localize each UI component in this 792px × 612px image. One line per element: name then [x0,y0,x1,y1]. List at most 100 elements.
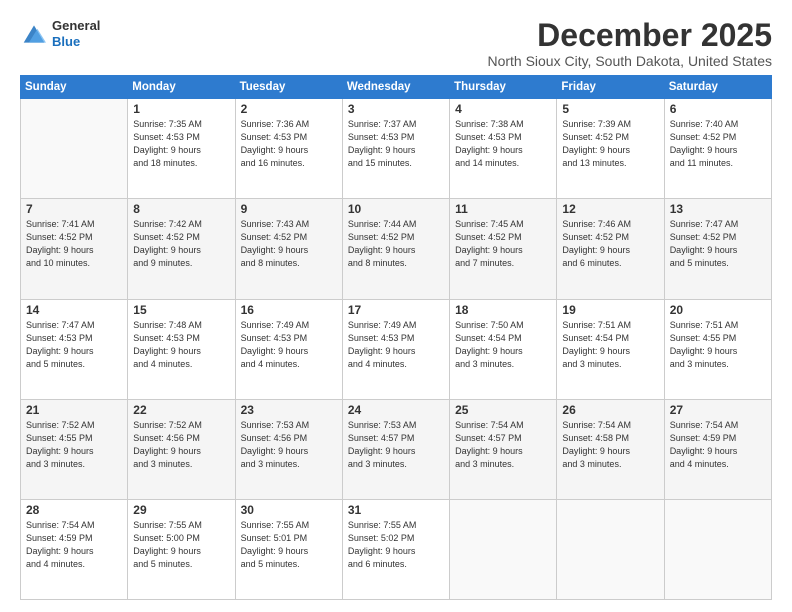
day-number: 14 [26,303,122,317]
calendar-cell: 18 Sunrise: 7:50 AM Sunset: 4:54 PM Dayli… [450,299,557,399]
day-info: Sunrise: 7:52 AM Sunset: 4:55 PM Dayligh… [26,419,122,471]
day-number: 29 [133,503,229,517]
col-header-friday: Friday [557,76,664,99]
day-number: 7 [26,202,122,216]
col-header-wednesday: Wednesday [342,76,449,99]
calendar-cell: 17 Sunrise: 7:49 AM Sunset: 4:53 PM Dayli… [342,299,449,399]
calendar-cell: 28 Sunrise: 7:54 AM Sunset: 4:59 PM Dayli… [21,499,128,599]
col-header-tuesday: Tuesday [235,76,342,99]
calendar-cell [21,99,128,199]
month-title: December 2025 [487,18,772,53]
day-number: 11 [455,202,551,216]
calendar-cell: 30 Sunrise: 7:55 AM Sunset: 5:01 PM Dayli… [235,499,342,599]
calendar-week-row: 1 Sunrise: 7:35 AM Sunset: 4:53 PM Daylig… [21,99,772,199]
calendar-cell: 12 Sunrise: 7:46 AM Sunset: 4:52 PM Dayli… [557,199,664,299]
day-info: Sunrise: 7:50 AM Sunset: 4:54 PM Dayligh… [455,319,551,371]
calendar-cell: 23Sunrise: 7:53 AM Sunset: 4:56 PM Dayli… [235,399,342,499]
calendar-cell: 8 Sunrise: 7:42 AM Sunset: 4:52 PM Daylig… [128,199,235,299]
day-info: Sunrise: 7:47 AM Sunset: 4:52 PM Dayligh… [670,218,766,270]
calendar-cell: 20 Sunrise: 7:51 AM Sunset: 4:55 PM Dayli… [664,299,771,399]
day-info: Sunrise: 7:54 AM Sunset: 4:58 PM Dayligh… [562,419,658,471]
calendar-cell: 22 Sunrise: 7:52 AM Sunset: 4:56 PM Dayli… [128,399,235,499]
calendar-cell: 7 Sunrise: 7:41 AM Sunset: 4:52 PM Daylig… [21,199,128,299]
day-number: 2 [241,102,337,116]
day-number: 30 [241,503,337,517]
calendar-cell: 3 Sunrise: 7:37 AM Sunset: 4:53 PM Daylig… [342,99,449,199]
day-number: 5 [562,102,658,116]
day-info: Sunrise: 7:45 AM Sunset: 4:52 PM Dayligh… [455,218,551,270]
day-info: Sunrise: 7:36 AM Sunset: 4:53 PM Dayligh… [241,118,337,170]
day-number: 6 [670,102,766,116]
day-info: Sunrise: 7:54 AM Sunset: 4:57 PM Dayligh… [455,419,551,471]
calendar-cell: 16 Sunrise: 7:49 AM Sunset: 4:53 PM Dayli… [235,299,342,399]
calendar-cell: 21Sunrise: 7:52 AM Sunset: 4:55 PM Dayli… [21,399,128,499]
day-info: Sunrise: 7:35 AM Sunset: 4:53 PM Dayligh… [133,118,229,170]
day-number: 19 [562,303,658,317]
calendar-cell: 5 Sunrise: 7:39 AM Sunset: 4:52 PM Daylig… [557,99,664,199]
day-number: 27 [670,403,766,417]
day-info: Sunrise: 7:54 AM Sunset: 4:59 PM Dayligh… [670,419,766,471]
day-number: 22 [133,403,229,417]
logo-text: General Blue [52,18,100,49]
day-info: Sunrise: 7:41 AM Sunset: 4:52 PM Dayligh… [26,218,122,270]
day-number: 26 [562,403,658,417]
calendar-cell: 14 Sunrise: 7:47 AM Sunset: 4:53 PM Dayli… [21,299,128,399]
day-number: 31 [348,503,444,517]
subtitle: North Sioux City, South Dakota, United S… [487,53,772,69]
day-info: Sunrise: 7:49 AM Sunset: 4:53 PM Dayligh… [348,319,444,371]
day-number: 17 [348,303,444,317]
day-number: 16 [241,303,337,317]
day-info: Sunrise: 7:46 AM Sunset: 4:52 PM Dayligh… [562,218,658,270]
day-info: Sunrise: 7:37 AM Sunset: 4:53 PM Dayligh… [348,118,444,170]
calendar-cell: 26 Sunrise: 7:54 AM Sunset: 4:58 PM Dayli… [557,399,664,499]
page: General Blue December 2025 North Sioux C… [0,0,792,612]
header: General Blue December 2025 North Sioux C… [20,18,772,69]
day-number: 18 [455,303,551,317]
logo-icon [20,22,48,46]
calendar-cell: 24 Sunrise: 7:53 AM Sunset: 4:57 PM Dayli… [342,399,449,499]
day-info: Sunrise: 7:42 AM Sunset: 4:52 PM Dayligh… [133,218,229,270]
day-number: 24 [348,403,444,417]
col-header-sunday: Sunday [21,76,128,99]
calendar-cell: 13Sunrise: 7:47 AM Sunset: 4:52 PM Dayli… [664,199,771,299]
day-info: Sunrise: 7:54 AM Sunset: 4:59 PM Dayligh… [26,519,122,571]
calendar-cell: 11 Sunrise: 7:45 AM Sunset: 4:52 PM Dayli… [450,199,557,299]
calendar-cell: 9Sunrise: 7:43 AM Sunset: 4:52 PM Daylig… [235,199,342,299]
day-info: Sunrise: 7:49 AM Sunset: 4:53 PM Dayligh… [241,319,337,371]
title-block: December 2025 North Sioux City, South Da… [487,18,772,69]
day-info: Sunrise: 7:55 AM Sunset: 5:01 PM Dayligh… [241,519,337,571]
day-number: 4 [455,102,551,116]
day-info: Sunrise: 7:38 AM Sunset: 4:53 PM Dayligh… [455,118,551,170]
calendar-cell: 25Sunrise: 7:54 AM Sunset: 4:57 PM Dayli… [450,399,557,499]
calendar-cell: 27 Sunrise: 7:54 AM Sunset: 4:59 PM Dayli… [664,399,771,499]
day-number: 3 [348,102,444,116]
day-number: 8 [133,202,229,216]
calendar-week-row: 21Sunrise: 7:52 AM Sunset: 4:55 PM Dayli… [21,399,772,499]
day-number: 1 [133,102,229,116]
day-info: Sunrise: 7:39 AM Sunset: 4:52 PM Dayligh… [562,118,658,170]
day-info: Sunrise: 7:40 AM Sunset: 4:52 PM Dayligh… [670,118,766,170]
calendar-cell: 1 Sunrise: 7:35 AM Sunset: 4:53 PM Daylig… [128,99,235,199]
calendar-week-row: 7 Sunrise: 7:41 AM Sunset: 4:52 PM Daylig… [21,199,772,299]
day-info: Sunrise: 7:53 AM Sunset: 4:56 PM Dayligh… [241,419,337,471]
day-number: 20 [670,303,766,317]
day-number: 9 [241,202,337,216]
calendar-cell [450,499,557,599]
day-info: Sunrise: 7:55 AM Sunset: 5:00 PM Dayligh… [133,519,229,571]
day-info: Sunrise: 7:55 AM Sunset: 5:02 PM Dayligh… [348,519,444,571]
day-info: Sunrise: 7:51 AM Sunset: 4:55 PM Dayligh… [670,319,766,371]
day-number: 28 [26,503,122,517]
calendar-cell: 15 Sunrise: 7:48 AM Sunset: 4:53 PM Dayli… [128,299,235,399]
day-number: 15 [133,303,229,317]
calendar-header-row: SundayMondayTuesdayWednesdayThursdayFrid… [21,76,772,99]
calendar-week-row: 28 Sunrise: 7:54 AM Sunset: 4:59 PM Dayli… [21,499,772,599]
col-header-thursday: Thursday [450,76,557,99]
day-number: 10 [348,202,444,216]
calendar-cell: 29 Sunrise: 7:55 AM Sunset: 5:00 PM Dayli… [128,499,235,599]
day-info: Sunrise: 7:52 AM Sunset: 4:56 PM Dayligh… [133,419,229,471]
day-number: 12 [562,202,658,216]
day-info: Sunrise: 7:47 AM Sunset: 4:53 PM Dayligh… [26,319,122,371]
day-info: Sunrise: 7:51 AM Sunset: 4:54 PM Dayligh… [562,319,658,371]
day-info: Sunrise: 7:48 AM Sunset: 4:53 PM Dayligh… [133,319,229,371]
day-info: Sunrise: 7:53 AM Sunset: 4:57 PM Dayligh… [348,419,444,471]
